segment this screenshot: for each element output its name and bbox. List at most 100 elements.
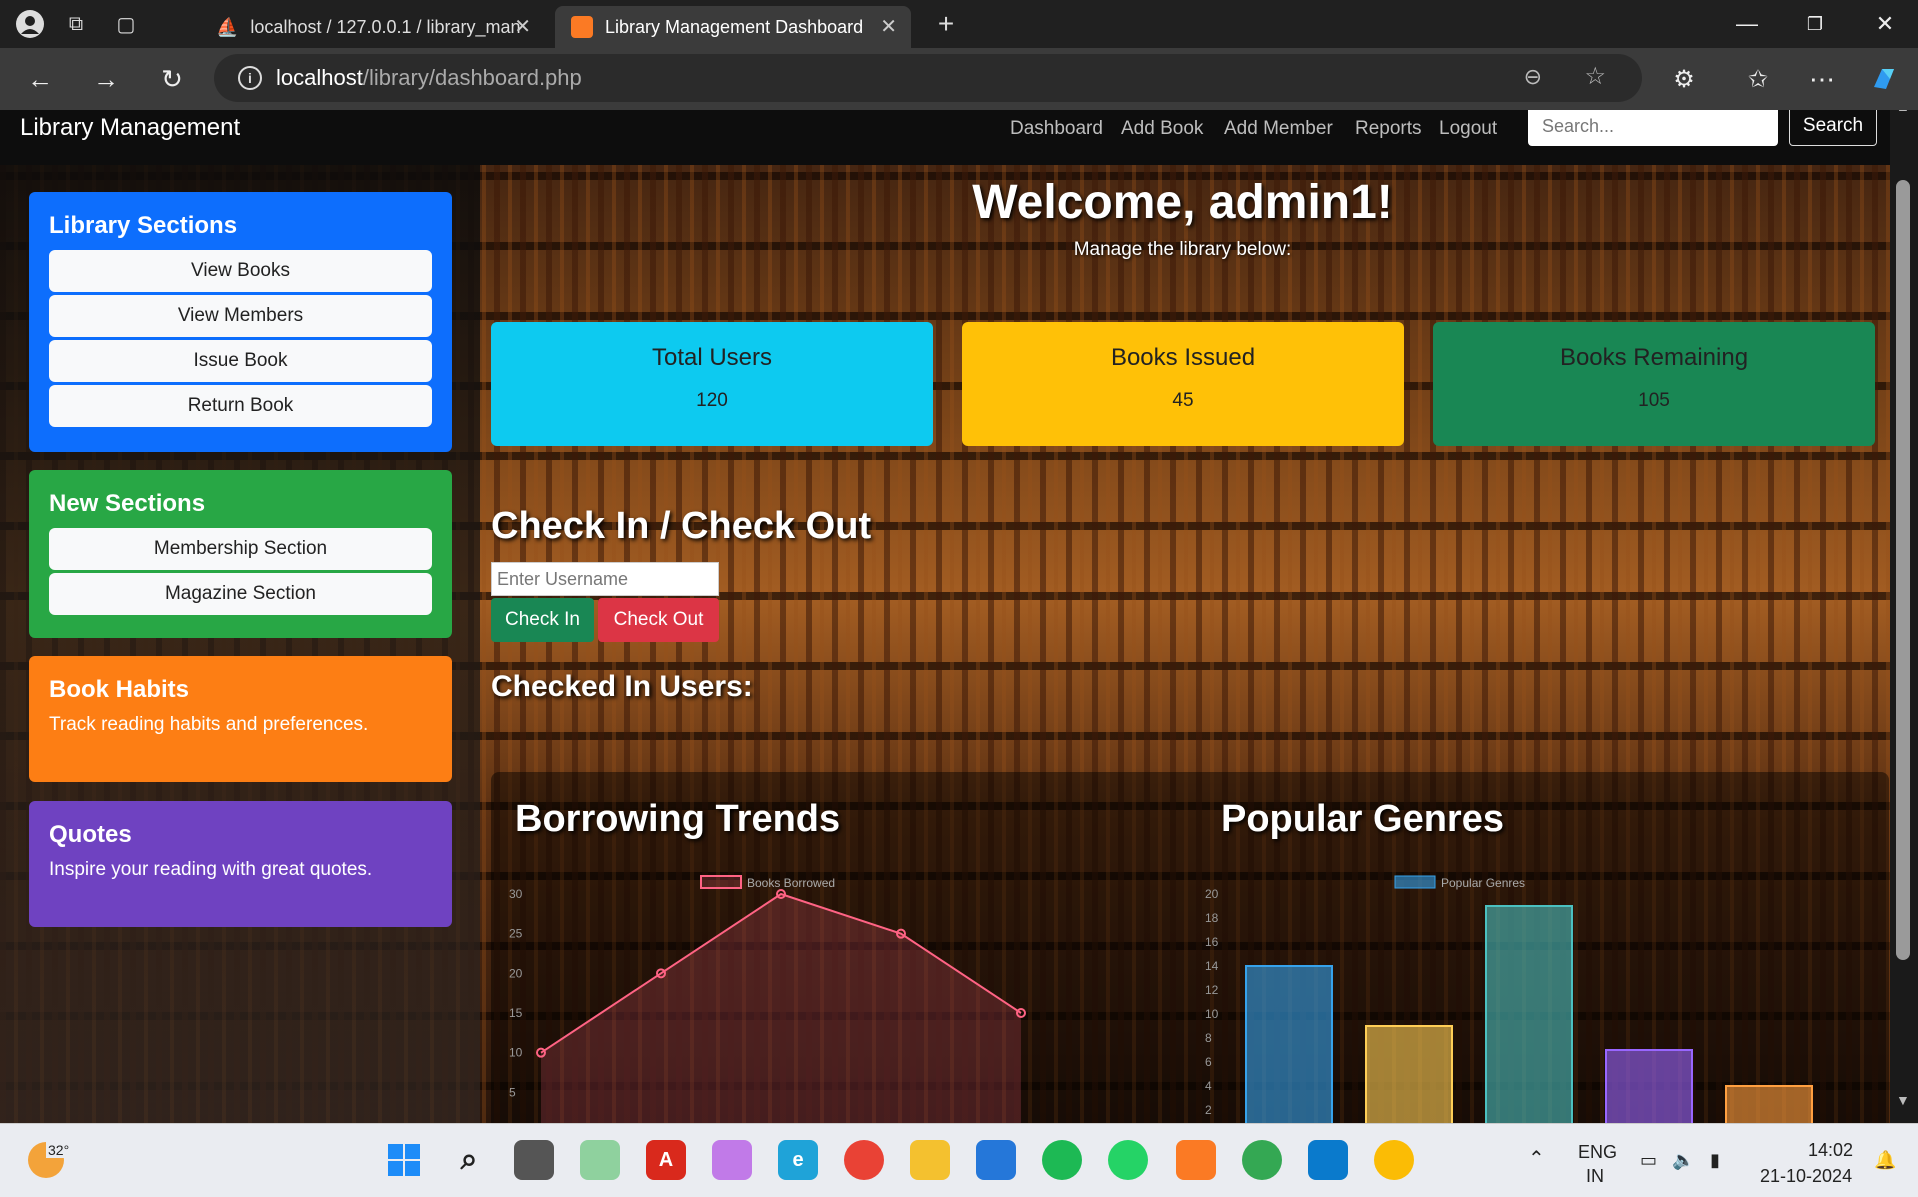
url-field[interactable]: i localhost/library/dashboard.php ⊖ ☆ [214,54,1642,102]
search-icon[interactable]: ⌕ [449,1140,489,1180]
legend-label: Popular Genres [1441,876,1525,890]
language-code[interactable]: ENG [1578,1142,1617,1163]
tray-expand-icon[interactable]: ⌃ [1528,1146,1545,1171]
edge-icon[interactable]: e [778,1140,818,1180]
book-habits-card[interactable]: Book Habits Track reading habits and pre… [29,656,452,782]
legend-swatch [1394,875,1436,889]
view-members-button[interactable]: View Members [49,295,432,337]
check-in-button[interactable]: Check In [491,598,594,642]
stat-value: 120 [696,390,728,411]
scroll-up-icon[interactable]: ▲ [1896,110,1910,114]
refresh-icon[interactable]: ↻ [152,60,192,98]
bar [1245,965,1333,1123]
search-button[interactable]: Search [1789,110,1877,146]
notifications-icon[interactable]: 🔔 [1874,1150,1896,1171]
search-input[interactable]: Search... [1528,110,1778,146]
library-sections-title: Library Sections [49,212,238,239]
y-tick-label: 2 [1205,1103,1212,1117]
more-menu-icon[interactable]: ⋯ [1802,60,1842,98]
extensions-icon[interactable]: ⚙ [1664,60,1704,98]
username-input[interactable]: Enter Username [491,562,719,596]
store-icon[interactable] [976,1140,1016,1180]
y-tick-label: 15 [509,1006,523,1020]
task-view-icon[interactable] [514,1140,554,1180]
tab-actions-icon[interactable]: ▢ [110,8,142,40]
total-users-card: Total Users 120 [491,322,933,446]
nav-link-reports[interactable]: Reports [1355,118,1422,140]
url-host: localhost [276,65,363,90]
chrome-profile-icon[interactable] [1242,1140,1282,1180]
file-explorer-icon[interactable] [910,1140,950,1180]
restore-icon[interactable]: ❐ [1792,6,1838,42]
y-tick-label: 8 [1205,1031,1212,1045]
stat-title: Books Remaining [1559,344,1749,371]
battery-icon[interactable]: ▮ [1710,1150,1720,1171]
clock-date[interactable]: 21-10-2024 [1760,1166,1852,1187]
profile-icon[interactable] [14,8,46,40]
y-tick-label: 30 [509,887,523,901]
stat-value: 105 [1638,390,1670,411]
popular-genres-chart: 2 4 6 8 10 12 14 16 18 20 Popular Genres [1205,875,1813,1123]
scroll-down-icon[interactable]: ▼ [1896,1092,1910,1108]
check-out-button[interactable]: Check Out [598,598,719,642]
tab-phpmyadmin[interactable]: ⛵ localhost / 127.0.0.1 / library_man ✕ [200,6,545,48]
language-region[interactable]: IN [1586,1166,1604,1187]
nav-link-logout[interactable]: Logout [1439,118,1497,140]
clock-time[interactable]: 14:02 [1808,1140,1853,1161]
vscode-icon[interactable] [1308,1140,1348,1180]
spotify-icon[interactable] [1042,1140,1082,1180]
minimize-icon[interactable]: — [1724,6,1770,42]
return-book-button[interactable]: Return Book [49,385,432,427]
stat-title: Total Users [651,344,773,371]
quotes-card[interactable]: Quotes Inspire your reading with great q… [29,801,452,927]
copilot-app-icon[interactable] [712,1140,752,1180]
new-sections-title: New Sections [49,490,206,517]
quotes-title: Quotes [49,821,132,848]
membership-section-button[interactable]: Membership Section [49,528,432,570]
nav-link-dashboard[interactable]: Dashboard [1010,118,1103,140]
start-icon[interactable] [384,1140,424,1180]
close-window-icon[interactable]: ✕ [1862,6,1908,42]
favorite-star-icon[interactable]: ☆ [1584,62,1606,91]
chrome-dev-icon[interactable] [1374,1140,1414,1180]
workspaces-icon[interactable]: ⧉ [60,8,92,40]
forward-icon[interactable]: → [86,60,126,98]
scroll-thumb[interactable] [1896,180,1910,960]
xampp-taskbar-icon[interactable] [1176,1140,1216,1180]
y-tick-label: 12 [1205,983,1219,997]
phpmyadmin-icon: ⛵ [216,16,239,37]
tab-library-dashboard[interactable]: Library Management Dashboard ✕ [555,6,911,48]
nav-link-add-member[interactable]: Add Member [1224,118,1333,140]
magazine-section-button[interactable]: Magazine Section [49,573,432,615]
acrobat-icon[interactable]: A [646,1140,686,1180]
site-info-icon[interactable]: i [238,66,262,90]
bar [1725,1085,1813,1123]
y-tick-label: 16 [1205,935,1219,949]
legend-label: Books Borrowed [747,876,835,890]
new-tab-icon[interactable]: + [930,8,962,40]
books-issued-card: Books Issued 45 [962,322,1404,446]
y-tick-label: 18 [1205,911,1219,925]
tab-title: localhost / 127.0.0.1 / library_man [250,16,521,37]
legend-swatch [700,875,742,889]
whatsapp-icon[interactable] [1108,1140,1148,1180]
close-tab-icon[interactable]: ✕ [514,14,531,39]
copilot-icon[interactable] [1864,60,1904,98]
nav-link-add-book[interactable]: Add Book [1121,118,1203,140]
back-icon[interactable]: ← [20,60,60,98]
network-icon[interactable]: ▭ [1640,1150,1657,1171]
browser-tab-bar: ⧉ ▢ ⛵ localhost / 127.0.0.1 / library_ma… [0,0,1918,48]
issue-book-button[interactable]: Issue Book [49,340,432,382]
favorites-icon[interactable]: ✩ [1738,60,1778,98]
navbar-brand[interactable]: Library Management [20,114,240,142]
page-viewport: Library Management Dashboard Add Book Ad… [0,110,1918,1123]
borrowing-trends-title: Borrowing Trends [515,798,841,840]
volume-icon[interactable]: 🔈 [1672,1150,1694,1171]
chrome-icon[interactable] [844,1140,884,1180]
close-tab-icon[interactable]: ✕ [880,14,897,39]
zoom-icon[interactable]: ⊖ [1524,64,1542,90]
main-content: Welcome, admin1! Manage the library belo… [475,167,1890,1123]
bar [1605,1049,1693,1123]
view-books-button[interactable]: View Books [49,250,432,292]
app-cube-icon[interactable] [580,1140,620,1180]
